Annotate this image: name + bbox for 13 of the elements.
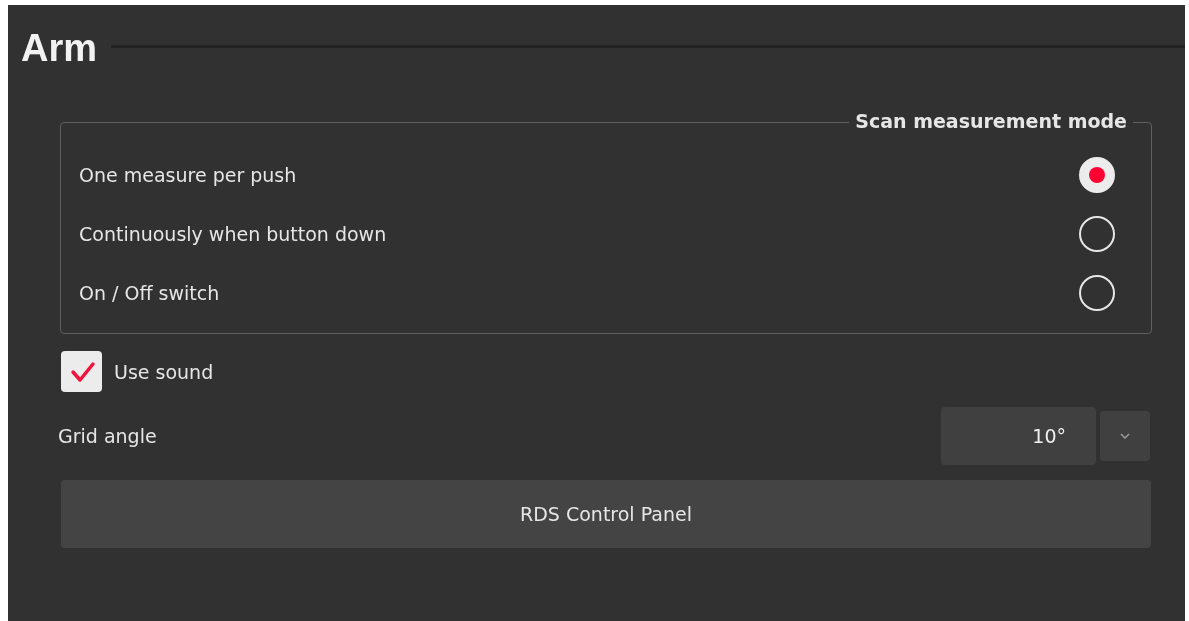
- radio-button[interactable]: [1079, 274, 1115, 311]
- radio-button[interactable]: [1079, 156, 1115, 193]
- option-label: One measure per push: [79, 162, 297, 187]
- checkbox[interactable]: [61, 351, 102, 392]
- option-label: On / Off switch: [79, 280, 220, 305]
- chevron-down-icon: [1120, 433, 1130, 439]
- radio-button[interactable]: [1079, 215, 1115, 252]
- option-label: Continuously when button down: [79, 221, 387, 246]
- field-label: Grid angle: [58, 425, 157, 447]
- control-panel-button[interactable]: RDS Control Panel: [61, 480, 1151, 548]
- checkbox-label: Use sound: [114, 360, 214, 383]
- angle-field[interactable]: 10°: [941, 407, 1096, 465]
- section-title: Arm: [21, 27, 98, 69]
